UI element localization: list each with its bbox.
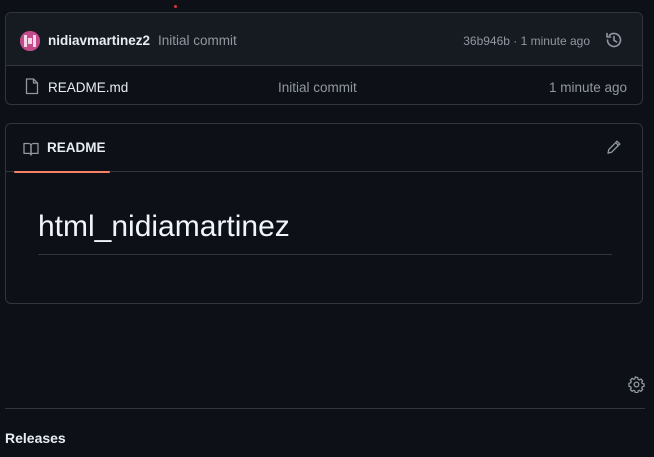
gear-icon[interactable] [628, 376, 645, 393]
releases-heading[interactable]: Releases [5, 430, 66, 446]
readme-title: html_nidiamartinez [38, 208, 612, 255]
file-commit-time: 1 minute ago [548, 80, 627, 95]
commit-hash-time[interactable]: 36b946b · 1 minute ago [463, 34, 590, 48]
commit-message-link[interactable]: Initial commit [158, 33, 237, 48]
tab-readme[interactable]: README [14, 124, 111, 173]
readme-header: README [6, 124, 642, 173]
history-icon[interactable] [604, 30, 624, 50]
file-row[interactable]: README.md Initial commit 1 minute ago [6, 66, 642, 106]
pencil-icon[interactable] [606, 139, 622, 155]
section-divider [5, 408, 645, 409]
file-commit-message-link[interactable]: Initial commit [278, 80, 357, 95]
latest-commit-bar: nidiavmartinez2 Initial commit 36b946b ·… [6, 13, 642, 66]
tab-readme-label: README [47, 140, 106, 155]
commit-author-link[interactable]: nidiavmartinez2 [48, 33, 150, 48]
file-browser: nidiavmartinez2 Initial commit 36b946b ·… [5, 12, 643, 105]
book-icon [23, 142, 39, 156]
notification-dot [174, 5, 177, 8]
avatar[interactable] [20, 31, 40, 51]
readme-panel: README html_nidiamartinez [5, 123, 643, 304]
file-icon [25, 78, 39, 95]
file-name-link[interactable]: README.md [48, 80, 128, 95]
